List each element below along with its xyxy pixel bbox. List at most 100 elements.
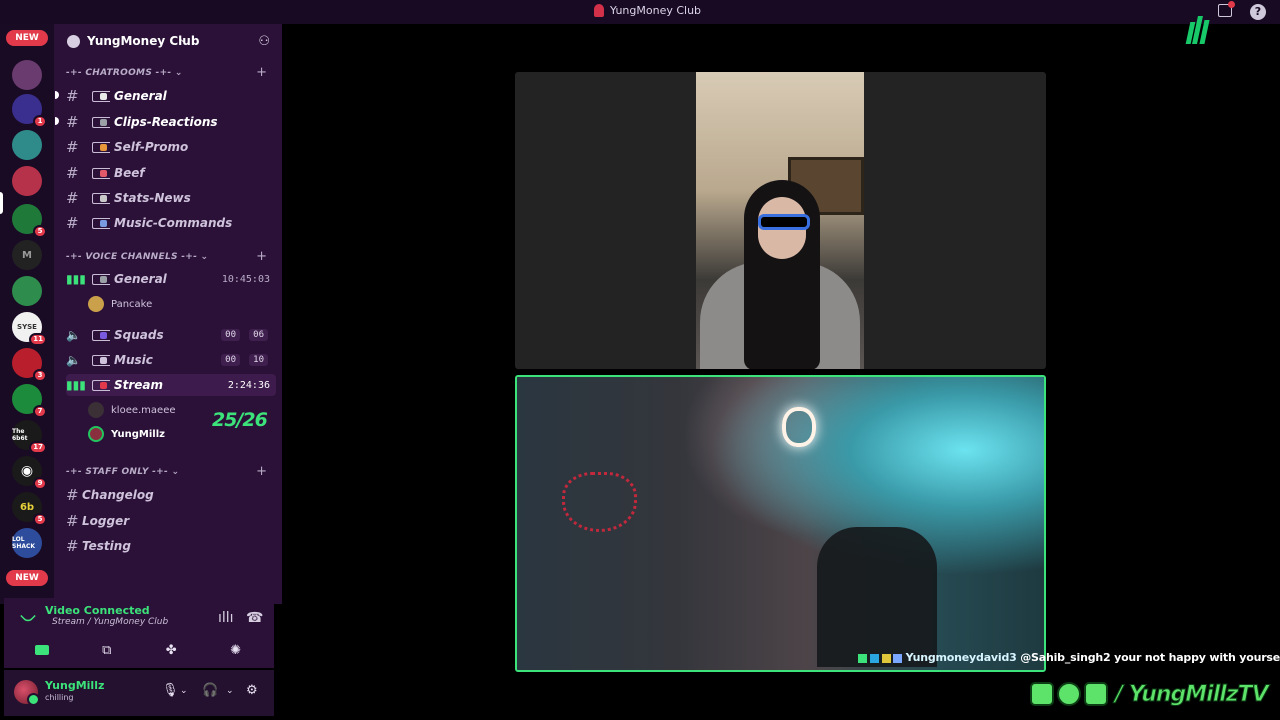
add-channel-icon[interactable]: + xyxy=(256,249,267,264)
server-icon[interactable] xyxy=(12,276,42,306)
avatar xyxy=(88,426,104,442)
signal-icon[interactable] xyxy=(20,608,36,624)
server-icon[interactable] xyxy=(12,166,42,196)
sunglasses xyxy=(758,214,810,230)
soundboard-button[interactable]: ✺ xyxy=(226,643,246,658)
server-icon[interactable]: M xyxy=(12,240,42,270)
channel-label: Squads xyxy=(114,328,164,342)
category-voice[interactable]: -+- VOICE CHANNELS -+- ⌄ xyxy=(66,252,208,262)
disconnect-icon[interactable]: ☎ xyxy=(246,610,263,626)
mention-badge: 9 xyxy=(33,477,47,490)
noise-suppression-icon[interactable]: ıllı xyxy=(218,610,234,626)
new-badge-bottom[interactable]: NEW xyxy=(6,570,48,586)
window-title-text: YungMoney Club xyxy=(610,4,702,17)
server-icon[interactable]: 1 xyxy=(12,94,47,128)
voice-channel-squads[interactable]: 🔈 Squads 00 06 xyxy=(66,324,276,346)
chevron-down-icon[interactable]: ⌄ xyxy=(180,686,188,696)
mention-badge: 5 xyxy=(33,225,47,238)
channel-clips-reactions[interactable]: # Clips-Reactions xyxy=(66,111,276,133)
voice-member[interactable]: Pancake xyxy=(88,296,152,312)
channel-label: General xyxy=(114,89,167,103)
channel-general[interactable]: # General xyxy=(66,85,276,107)
speaker-icon: 🔈 xyxy=(66,328,81,342)
mention-badge: 17 xyxy=(29,441,47,454)
server-icon[interactable]: 5 xyxy=(12,204,47,238)
server-glyph: LOL SHACK xyxy=(12,536,36,550)
gear-icon[interactable]: ⚙ xyxy=(246,683,258,698)
channel-testing[interactable]: # Testing xyxy=(66,535,276,557)
heart-decoration xyxy=(562,472,637,532)
selected-server-indicator xyxy=(0,192,3,214)
channel-label: Testing xyxy=(82,539,131,553)
twitch-icon xyxy=(1030,682,1054,706)
user-name[interactable]: YungMillz xyxy=(45,679,104,692)
category-chatrooms[interactable]: -+- CHATROOMS -+- ⌄ xyxy=(66,68,183,78)
channel-label: Changelog xyxy=(82,488,154,502)
channel-changelog[interactable]: # Changelog xyxy=(66,484,276,506)
channel-beef[interactable]: # Beef xyxy=(66,162,276,184)
channel-self-promo[interactable]: # Self-Promo xyxy=(66,136,276,158)
channel-logger[interactable]: # Logger xyxy=(66,510,276,532)
microphone-icon[interactable]: 🎙 xyxy=(162,683,179,698)
server-icon[interactable]: 3 xyxy=(12,348,47,382)
mention-badge: 11 xyxy=(29,333,47,346)
member-name: kloee.maeee xyxy=(111,404,176,416)
server-icon[interactable] xyxy=(12,130,42,160)
hash-icon: # xyxy=(66,138,79,156)
mention-badge: 1 xyxy=(33,115,47,128)
member-name: Pancake xyxy=(111,298,153,310)
app-window: YungMoney Club ? NEW 1 5 M SYSE 11 3 7 Th… xyxy=(0,0,1280,720)
voice-channel-stream[interactable]: ▮▮▮ Stream 2:24:36 xyxy=(66,374,276,396)
channel-sidebar: YungMoney Club ⌄ ⚇ -+- CHATROOMS -+- ⌄ +… xyxy=(54,24,282,604)
server-icon[interactable]: LOL SHACK xyxy=(12,528,42,558)
social-overlay: / YungMillzTV xyxy=(1030,680,1269,708)
new-badge-top[interactable]: NEW xyxy=(6,30,48,46)
chat-overlay: Yungmoneydavid3 @Sahib_singh2 your not h… xyxy=(858,651,1280,664)
voice-channel-music[interactable]: 🔈 Music 00 10 xyxy=(66,349,276,371)
server-icon[interactable] xyxy=(12,60,42,90)
channel-music-commands[interactable]: # Music-Commands xyxy=(66,212,276,234)
title-bar: YungMoney Club ? xyxy=(0,0,1280,24)
camera-button[interactable] xyxy=(32,643,52,657)
help-icon[interactable]: ? xyxy=(1250,4,1266,20)
category-staff[interactable]: -+- STAFF ONLY -+- ⌄ xyxy=(66,467,179,477)
inbox-icon[interactable] xyxy=(1218,1,1235,17)
hash-icon: # xyxy=(66,113,79,131)
channel-label: Clips-Reactions xyxy=(114,115,218,129)
video-tile-kloee[interactable] xyxy=(515,72,1046,369)
channel-emoji-icon xyxy=(92,354,110,366)
activities-button[interactable]: ✤ xyxy=(161,643,181,658)
server-header[interactable]: YungMoney Club ⌄ ⚇ xyxy=(54,24,282,60)
voice-channel-general[interactable]: ▮▮▮ General 10:45:03 xyxy=(66,268,276,290)
chevron-down-icon[interactable]: ⌄ xyxy=(226,686,234,696)
user-panel: YungMillz chilling 🎙 ⌄ 🎧 ⌄ ⚙ xyxy=(4,670,274,716)
camera-feed xyxy=(696,72,864,369)
server-icon[interactable]: The 6b6t 17 xyxy=(12,420,47,454)
channel-emoji-icon xyxy=(92,217,110,229)
server-icon[interactable]: SYSE 11 xyxy=(12,312,47,346)
speaker-icon: 🔈 xyxy=(66,353,81,367)
hash-icon: # xyxy=(66,537,79,555)
chat-username: Yungmoneydavid3 xyxy=(905,651,1017,664)
avatar[interactable] xyxy=(14,680,40,706)
channel-label: Self-Promo xyxy=(114,140,189,154)
voice-member[interactable]: kloee.maeee xyxy=(88,402,176,418)
server-icon[interactable]: 6b 5 xyxy=(12,492,47,526)
member-name: YungMillz xyxy=(111,428,165,440)
voice-member[interactable]: YungMillz xyxy=(88,426,165,442)
invite-people-icon[interactable]: ⚇ xyxy=(258,34,270,49)
viewer-counter: 25/26 xyxy=(212,409,268,431)
channel-label: Music-Commands xyxy=(114,216,233,230)
server-icon[interactable]: 7 xyxy=(12,384,47,418)
voice-status-title[interactable]: Video Connected xyxy=(45,604,150,617)
brand-logo-icon xyxy=(1185,14,1210,44)
headphones-icon[interactable]: 🎧 xyxy=(202,683,218,698)
video-tile-yungmillz[interactable] xyxy=(515,375,1046,672)
channel-stats-news[interactable]: # Stats-News xyxy=(66,187,276,209)
user-limit: 10 xyxy=(249,354,268,366)
voice-status-subtitle[interactable]: Stream / YungMoney Club xyxy=(52,617,168,627)
add-channel-icon[interactable]: + xyxy=(256,65,267,80)
screen-share-button[interactable]: ⧉ xyxy=(97,643,117,658)
add-channel-icon[interactable]: + xyxy=(256,464,267,479)
server-icon[interactable]: ◉ 9 xyxy=(12,456,47,490)
